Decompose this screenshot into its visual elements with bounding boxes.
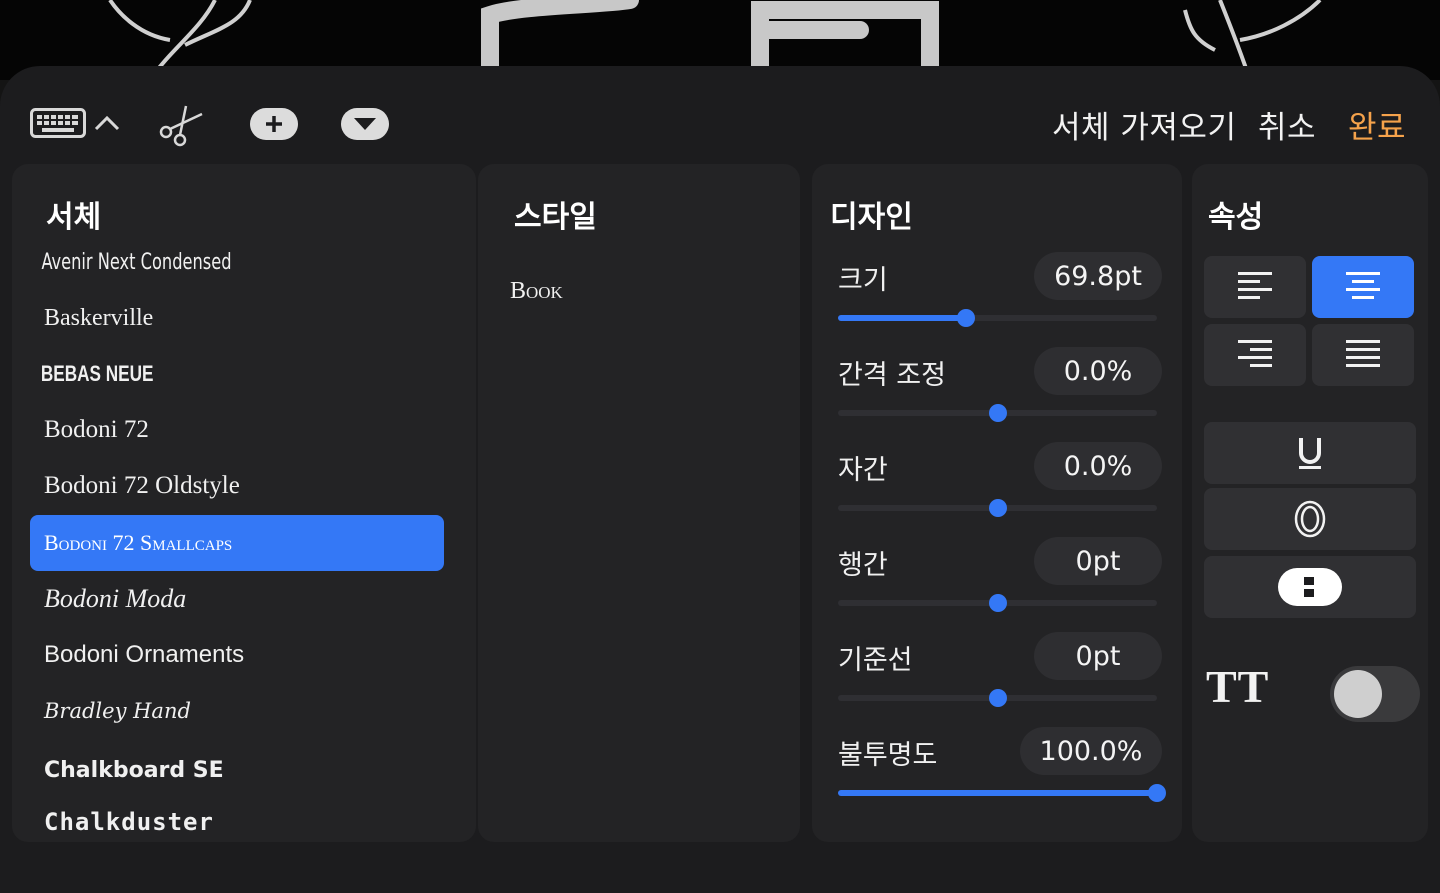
design-panel-title: 디자인 [830,200,913,235]
cancel-button[interactable]: 취소 [1258,102,1316,147]
slider-thumb[interactable] [988,689,1007,707]
font-item[interactable]: Chalkboard SE [30,742,444,798]
toggle-knob [1334,670,1382,718]
align-justify-button[interactable] [1312,324,1414,386]
font-panel: 서체 Avenir Next Condensed Baskerville BEB… [12,164,476,842]
style-panel-title: 스타일 [514,200,597,235]
slider-fill [838,315,966,321]
align-justify-icon [1346,340,1380,367]
design-slider[interactable] [838,499,1157,517]
background-button[interactable] [1204,556,1416,618]
align-right-button[interactable] [1204,324,1306,386]
font-item[interactable]: Bodoni Ornaments [30,627,444,683]
underline-button[interactable] [1204,422,1416,484]
font-item[interactable]: BEBAS NEUE [30,346,353,402]
design-value-field[interactable]: 0pt [1034,632,1162,680]
design-row-label: 자간 [838,455,888,486]
align-center-button[interactable] [1312,256,1414,318]
design-slider[interactable] [838,404,1157,422]
design-slider[interactable] [838,594,1157,612]
slider-thumb[interactable] [988,499,1007,517]
text-background-icon [1278,568,1342,606]
align-center-icon [1346,272,1380,299]
outline-button[interactable] [1204,488,1416,550]
font-item[interactable]: Bodoni 72 Oldstyle [30,458,444,514]
slider-thumb[interactable] [988,594,1007,612]
font-item[interactable]: Avenir Next Condensed [30,234,369,290]
font-item[interactable]: Chalkduster [30,794,444,842]
keyboard-icon[interactable] [30,108,86,138]
design-row-label: 불투명도 [838,740,938,771]
toolbar: 서체 가져오기 취소 완료 [0,66,1440,166]
scissors-icon[interactable] [156,102,206,148]
underline-icon [1299,438,1321,469]
dropdown-icon[interactable] [341,108,389,140]
align-left-button[interactable] [1204,256,1306,318]
outline-icon [1294,500,1326,538]
style-panel: 스타일 Book [478,164,800,842]
all-caps-label: TT [1206,661,1270,712]
font-item[interactable]: Bradley Hand [30,683,444,739]
design-value-field[interactable]: 0pt [1034,537,1162,585]
chevron-up-icon[interactable] [94,112,120,134]
done-button[interactable]: 완료 [1348,102,1406,147]
design-value-field[interactable]: 0.0% [1034,347,1162,395]
font-panel-title: 서체 [46,200,102,235]
slider-thumb[interactable] [988,404,1007,422]
design-row-label: 기준선 [838,645,913,676]
design-slider[interactable] [838,689,1157,707]
attributes-panel: 속성 TT [1192,164,1428,842]
design-value-field[interactable]: 69.8pt [1034,252,1162,300]
font-item-selected[interactable]: Bodoni 72 Smallcaps [30,515,444,571]
slider-fill [838,790,1157,796]
all-caps-toggle[interactable] [1330,666,1420,722]
design-slider[interactable] [838,309,1157,327]
align-right-icon [1238,340,1272,367]
style-item-book[interactable]: Book [510,278,563,305]
slider-thumb[interactable] [1148,784,1166,802]
design-row-label: 행간 [838,550,888,581]
text-editor-sheet: 서체 가져오기 취소 완료 서체 Avenir Next Condensed B… [0,66,1440,893]
design-row-label: 크기 [838,265,888,296]
design-value-field[interactable]: 100.0% [1020,727,1162,775]
font-item[interactable]: Baskerville [30,290,444,346]
design-slider[interactable] [838,784,1166,802]
attributes-panel-title: 속성 [1208,200,1264,235]
font-item[interactable]: Bodoni Moda [30,571,444,627]
design-panel: 디자인 크기 69.8pt 간격 조정 0.0% 자간 0.0% 행간 0pt 기준선 0pt 불투… [812,164,1182,842]
design-value-field[interactable]: 0.0% [1034,442,1162,490]
slider-thumb[interactable] [956,309,975,327]
font-item[interactable]: Bodoni 72 [30,402,444,458]
design-row-label: 간격 조정 [838,360,946,391]
import-font-button[interactable]: 서체 가져오기 [1052,102,1236,147]
add-icon[interactable] [250,108,298,140]
align-left-icon [1238,272,1272,299]
